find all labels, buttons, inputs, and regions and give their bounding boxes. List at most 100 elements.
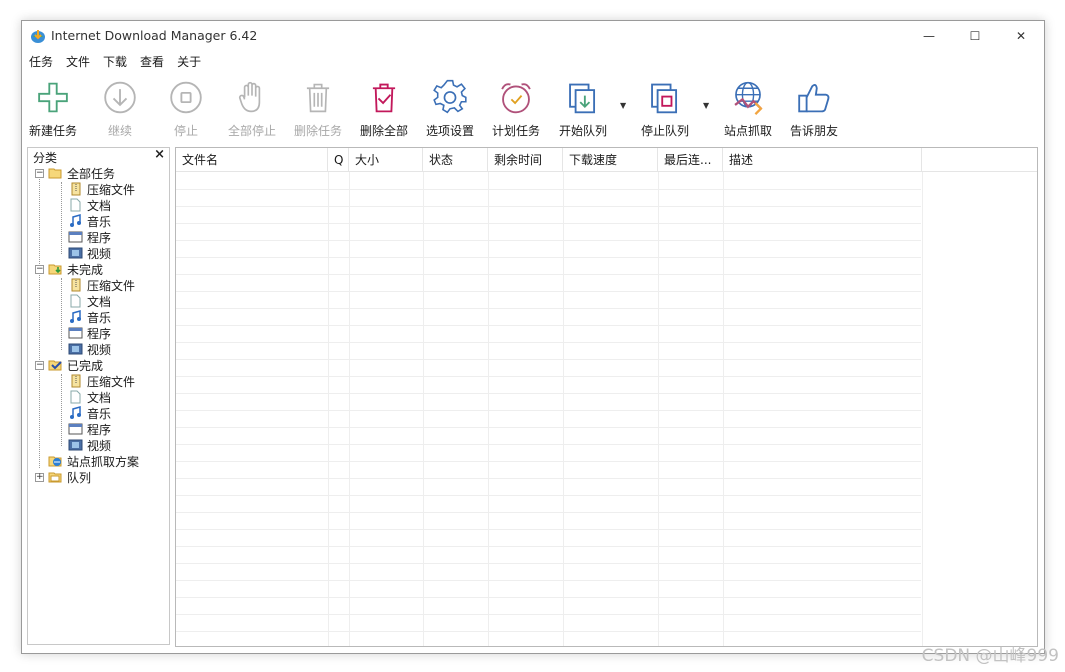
stop-button[interactable]: 停止 bbox=[158, 73, 214, 139]
grid-row-line bbox=[176, 376, 921, 377]
delete-all-button[interactable]: 删除全部 bbox=[353, 73, 415, 139]
grid-row-line bbox=[176, 359, 921, 360]
options-button[interactable]: 选项设置 bbox=[419, 73, 481, 139]
site-grabber-icon bbox=[48, 456, 62, 467]
grid-column-line bbox=[423, 172, 424, 646]
start-queue-dropdown[interactable]: ▼ bbox=[620, 101, 630, 111]
grid-row-line bbox=[176, 325, 921, 326]
menu-download[interactable]: 下载 bbox=[102, 51, 133, 71]
close-button[interactable]: ✕ bbox=[998, 21, 1044, 51]
tree-item-music[interactable]: 音乐 bbox=[68, 405, 111, 421]
tree-item-site-grabber[interactable]: 站点抓取方案 bbox=[48, 453, 139, 469]
grid-row-line bbox=[176, 189, 921, 190]
column-header-description[interactable]: 描述 bbox=[723, 148, 922, 172]
tree-item-label: 未完成 bbox=[67, 262, 104, 277]
grid-column-line bbox=[563, 172, 564, 646]
menu-task[interactable]: 任务 bbox=[28, 51, 59, 71]
column-header-speed[interactable]: 下载速度 bbox=[563, 148, 658, 172]
download-arrow-icon bbox=[104, 81, 136, 114]
maximize-button[interactable]: ☐ bbox=[952, 21, 998, 51]
options-label: 选项设置 bbox=[425, 124, 474, 138]
grid-column-line bbox=[723, 172, 724, 646]
stop-queue-label: 停止队列 bbox=[640, 124, 689, 138]
program-window-icon bbox=[68, 327, 83, 339]
new-task-button[interactable]: 新建任务 bbox=[25, 73, 81, 139]
tree-item-finished[interactable]: 已完成 bbox=[48, 357, 103, 373]
expand-toggle[interactable]: − bbox=[35, 361, 44, 370]
tree-item-unfinished[interactable]: 未完成 bbox=[48, 261, 103, 277]
download-list[interactable]: 文件名 Q 大小 状态 剩余时间 下载速度 最后连... 描述 bbox=[175, 147, 1038, 647]
tree-item-programs[interactable]: 程序 bbox=[68, 421, 111, 437]
tree-item-queue[interactable]: 队列 bbox=[48, 469, 91, 485]
grid-row-line bbox=[176, 614, 921, 615]
category-header: 分类 × bbox=[28, 147, 169, 165]
tree-item-label: 音乐 bbox=[87, 406, 112, 421]
grid-column-line bbox=[658, 172, 659, 646]
grid-row-line bbox=[176, 223, 921, 224]
tree-item-compressed[interactable]: 压缩文件 bbox=[68, 373, 135, 389]
grid-row-line bbox=[176, 478, 921, 479]
tree-item-label: 全部任务 bbox=[67, 166, 116, 181]
tree-item-label: 音乐 bbox=[87, 310, 112, 325]
title-bar[interactable]: Internet Download Manager 6.42 — ☐ ✕ bbox=[22, 21, 1044, 51]
resume-label: 继续 bbox=[107, 124, 132, 138]
tree-item-compressed[interactable]: 压缩文件 bbox=[68, 277, 135, 293]
tree-item-label: 压缩文件 bbox=[87, 182, 136, 197]
scheduler-label: 计划任务 bbox=[491, 124, 540, 138]
column-header-last-connection[interactable]: 最后连... bbox=[658, 148, 723, 172]
list-header: 文件名 Q 大小 状态 剩余时间 下载速度 最后连... 描述 bbox=[176, 148, 1037, 172]
grid-column-line bbox=[349, 172, 350, 646]
music-note-icon bbox=[70, 214, 81, 227]
delete-task-button[interactable]: 删除任务 bbox=[287, 73, 349, 139]
menu-view[interactable]: 查看 bbox=[139, 51, 170, 71]
menu-bar: 任务 文件 下载 查看 关于 bbox=[22, 51, 1044, 71]
archive-icon bbox=[71, 182, 81, 196]
grid-column-line bbox=[328, 172, 329, 646]
scheduler-button[interactable]: 计划任务 bbox=[485, 73, 547, 139]
column-header-status[interactable]: 状态 bbox=[423, 148, 488, 172]
program-window-icon bbox=[68, 231, 83, 243]
tree-item-documents[interactable]: 文档 bbox=[68, 197, 111, 213]
expand-toggle[interactable]: − bbox=[35, 169, 44, 178]
stop-queue-dropdown[interactable]: ▼ bbox=[703, 101, 713, 111]
grid-row-line bbox=[176, 461, 921, 462]
gear-icon bbox=[433, 79, 467, 114]
category-panel: 分类 × − 全部任务 压缩文件 文档 音乐 程序 视频 − 未完成 压缩文件 … bbox=[27, 147, 170, 645]
tree-item-compressed[interactable]: 压缩文件 bbox=[68, 181, 135, 197]
column-header-filename[interactable]: 文件名 bbox=[176, 148, 328, 172]
tree-item-label: 音乐 bbox=[87, 214, 112, 229]
expand-toggle[interactable]: − bbox=[35, 265, 44, 274]
minimize-button[interactable]: — bbox=[906, 21, 952, 51]
tree-item-documents[interactable]: 文档 bbox=[68, 293, 111, 309]
site-grabber-button[interactable]: 站点抓取 bbox=[717, 73, 779, 139]
grid-row-line bbox=[176, 444, 921, 445]
tree-item-programs[interactable]: 程序 bbox=[68, 229, 111, 245]
column-header-time-left[interactable]: 剩余时间 bbox=[488, 148, 563, 172]
tree-item-music[interactable]: 音乐 bbox=[68, 309, 111, 325]
site-grabber-label: 站点抓取 bbox=[723, 124, 772, 138]
start-queue-button[interactable]: 开始队列 bbox=[552, 73, 614, 139]
stop-all-button[interactable]: 全部停止 bbox=[221, 73, 283, 139]
menu-about[interactable]: 关于 bbox=[176, 51, 207, 71]
grid-row-line bbox=[176, 597, 921, 598]
resume-button[interactable]: 继续 bbox=[92, 73, 148, 139]
expand-toggle[interactable]: + bbox=[35, 473, 44, 482]
tree-item-video[interactable]: 视频 bbox=[68, 341, 111, 357]
folder-download-icon bbox=[48, 264, 62, 275]
tell-friend-button[interactable]: 告诉朋友 bbox=[783, 73, 845, 139]
window-title: Internet Download Manager 6.42 bbox=[51, 28, 258, 43]
tree-item-music[interactable]: 音乐 bbox=[68, 213, 111, 229]
column-header-size[interactable]: 大小 bbox=[349, 148, 423, 172]
tree-item-video[interactable]: 视频 bbox=[68, 437, 111, 453]
menu-file[interactable]: 文件 bbox=[65, 51, 96, 71]
tree-item-label: 视频 bbox=[87, 246, 112, 261]
tree-item-documents[interactable]: 文档 bbox=[68, 389, 111, 405]
tree-item-label: 程序 bbox=[87, 230, 112, 245]
stop-queue-button[interactable]: 停止队列 bbox=[634, 73, 696, 139]
film-icon bbox=[68, 439, 83, 451]
column-header-q[interactable]: Q bbox=[328, 148, 349, 172]
tree-item-all-tasks[interactable]: 全部任务 bbox=[48, 165, 115, 181]
tree-item-video[interactable]: 视频 bbox=[68, 245, 111, 261]
tree-item-programs[interactable]: 程序 bbox=[68, 325, 111, 341]
category-close-button[interactable]: × bbox=[154, 147, 165, 162]
